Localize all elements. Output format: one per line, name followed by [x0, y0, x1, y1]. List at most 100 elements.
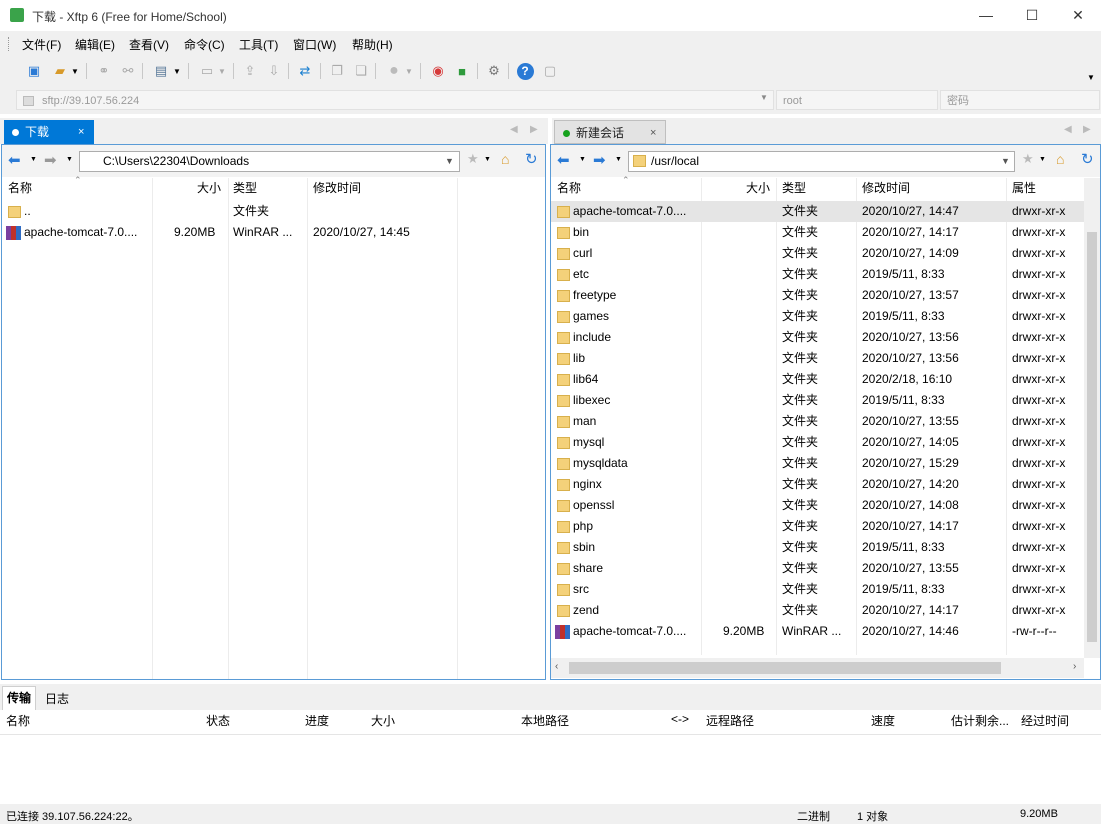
home-folder-icon[interactable]: ⌂: [501, 151, 509, 167]
back-dropdown-icon[interactable]: ▼: [30, 156, 37, 163]
table-row[interactable]: src 文件夹 2019/5/11, 8:33 drwxr-xr-x: [551, 579, 1084, 600]
table-row[interactable]: zend 文件夹 2020/10/27, 14:17 drwxr-xr-x: [551, 600, 1084, 621]
table-row[interactable]: games 文件夹 2019/5/11, 8:33 drwxr-xr-x: [551, 306, 1084, 327]
refresh-icon[interactable]: ↻: [1081, 150, 1094, 168]
col-type[interactable]: 类型: [233, 178, 257, 198]
col-name[interactable]: 名称: [8, 178, 32, 198]
table-row[interactable]: mysql 文件夹 2020/10/27, 14:05 drwxr-xr-x: [551, 432, 1084, 453]
xshell-icon[interactable]: ◉: [428, 61, 448, 81]
download-icon[interactable]: ⇩: [264, 61, 284, 81]
remote-path-input[interactable]: /usr/local: [628, 151, 1015, 172]
horizontal-scrollbar[interactable]: ‹ ›: [551, 658, 1084, 678]
settings-gear-icon[interactable]: ⚙: [484, 61, 504, 81]
forward-dropdown-icon[interactable]: ▼: [66, 156, 73, 163]
back-dropdown-icon[interactable]: ▼: [579, 156, 586, 163]
username-field[interactable]: root: [776, 90, 938, 110]
scroll-right-arrow-icon[interactable]: ›: [1073, 661, 1076, 672]
copy-icon[interactable]: ❐: [327, 61, 347, 81]
table-row[interactable]: curl 文件夹 2020/10/27, 14:09 drwxr-xr-x: [551, 243, 1084, 264]
favorite-star-icon[interactable]: ★: [1022, 151, 1034, 167]
horizontal-scroll-thumb[interactable]: [569, 662, 1001, 674]
local-path-dropdown-icon[interactable]: ▼: [445, 156, 454, 166]
table-row[interactable]: mysqldata 文件夹 2020/10/27, 15:29 drwxr-xr-x: [551, 453, 1084, 474]
remote-path-dropdown-icon[interactable]: ▼: [1001, 156, 1010, 166]
table-row[interactable]: libexec 文件夹 2019/5/11, 8:33 drwxr-xr-x: [551, 390, 1084, 411]
home-folder-icon[interactable]: ⌂: [1056, 151, 1064, 167]
menu-window[interactable]: 窗口(W): [293, 36, 336, 53]
xfer-col-size[interactable]: 大小: [371, 712, 395, 729]
local-path-input[interactable]: C:\Users\22304\Downloads: [79, 151, 460, 172]
xfer-col-name[interactable]: 名称: [6, 712, 30, 729]
forward-arrow-icon[interactable]: ➡: [44, 151, 57, 169]
vertical-scrollbar[interactable]: [1084, 178, 1100, 658]
xfer-col-remote-path[interactable]: 远程路径: [706, 712, 754, 729]
xfer-col-local-path[interactable]: 本地路径: [521, 712, 569, 729]
table-row[interactable]: bin 文件夹 2020/10/27, 14:17 drwxr-xr-x: [551, 222, 1084, 243]
forward-dropdown-icon[interactable]: ▼: [615, 156, 622, 163]
tab-close-icon[interactable]: ×: [650, 121, 656, 145]
table-row[interactable]: man 文件夹 2020/10/27, 13:55 drwxr-xr-x: [551, 411, 1084, 432]
properties-dropdown-icon[interactable]: ▼: [172, 61, 182, 81]
menu-file[interactable]: 文件(F): [22, 36, 61, 53]
table-row[interactable]: include 文件夹 2020/10/27, 13:56 drwxr-xr-x: [551, 327, 1084, 348]
close-window-button[interactable]: ✕: [1055, 0, 1101, 30]
monitor-dropdown-icon[interactable]: ▼: [217, 61, 227, 81]
refresh-icon[interactable]: ↻: [525, 150, 538, 168]
col-modified[interactable]: 修改时间: [862, 178, 910, 198]
table-row[interactable]: php 文件夹 2020/10/27, 14:17 drwxr-xr-x: [551, 516, 1084, 537]
right-tabs-scroll-left-icon[interactable]: ◀: [1064, 124, 1072, 135]
table-row[interactable]: openssl 文件夹 2020/10/27, 14:08 drwxr-xr-x: [551, 495, 1084, 516]
table-row[interactable]: lib 文件夹 2020/10/27, 13:56 drwxr-xr-x: [551, 348, 1084, 369]
col-type[interactable]: 类型: [782, 178, 806, 198]
xfer-col-speed[interactable]: 速度: [871, 712, 895, 729]
table-row[interactable]: apache-tomcat-7.0.... 9.20MB WinRAR ... …: [2, 222, 545, 243]
xfer-col-progress[interactable]: 进度: [305, 712, 329, 729]
menu-tools[interactable]: 工具(T): [239, 36, 278, 53]
back-arrow-icon[interactable]: ⬅: [8, 151, 21, 169]
status-circle-icon[interactable]: ●: [384, 61, 404, 81]
connect-icon[interactable]: ⚭: [94, 61, 114, 81]
table-row[interactable]: nginx 文件夹 2020/10/27, 14:20 drwxr-xr-x: [551, 474, 1084, 495]
col-modified[interactable]: 修改时间: [313, 178, 361, 198]
xfer-col-elapsed[interactable]: 经过时间: [1021, 712, 1069, 729]
forward-arrow-icon[interactable]: ➡: [593, 151, 606, 169]
table-row[interactable]: freetype 文件夹 2020/10/27, 13:57 drwxr-xr-x: [551, 285, 1084, 306]
new-session-icon[interactable]: ▣: [24, 61, 44, 81]
col-attributes[interactable]: 属性: [1012, 178, 1036, 198]
xfer-col-status[interactable]: 状态: [206, 712, 230, 729]
col-size[interactable]: 大小: [197, 178, 221, 198]
sync-transfer-icon[interactable]: ⇄: [295, 61, 315, 81]
favorite-dropdown-icon[interactable]: ▼: [484, 156, 491, 163]
table-row[interactable]: apache-tomcat-7.0.... 9.20MB WinRAR ... 202…: [551, 621, 1084, 642]
scroll-left-arrow-icon[interactable]: ‹: [555, 661, 558, 672]
back-arrow-icon[interactable]: ⬅: [557, 151, 570, 169]
table-row[interactable]: .. 文件夹: [2, 201, 545, 222]
tab-downloads[interactable]: 下载 ×: [4, 120, 94, 144]
chat-icon[interactable]: ▢: [540, 61, 560, 81]
table-row[interactable]: sbin 文件夹 2019/5/11, 8:33 drwxr-xr-x: [551, 537, 1084, 558]
favorite-star-icon[interactable]: ★: [467, 151, 479, 167]
tab-new-session[interactable]: 新建会话 ×: [554, 120, 666, 144]
left-tabs-scroll-left-icon[interactable]: ◀: [510, 124, 518, 135]
menu-help[interactable]: 帮助(H): [352, 36, 393, 53]
col-name[interactable]: 名称: [557, 178, 581, 198]
transfer-list[interactable]: [0, 735, 1101, 804]
status-dropdown-icon[interactable]: ▼: [404, 61, 414, 81]
password-field[interactable]: 密码: [940, 90, 1100, 110]
tab-log[interactable]: 日志: [45, 690, 69, 707]
help-icon[interactable]: ?: [515, 61, 535, 81]
menu-edit[interactable]: 编辑(E): [75, 36, 115, 53]
open-folder-icon[interactable]: ▰: [50, 61, 70, 81]
menu-view[interactable]: 查看(V): [129, 36, 169, 53]
tab-transfer[interactable]: 传输: [2, 686, 36, 710]
left-tabs-scroll-right-icon[interactable]: ▶: [530, 124, 538, 135]
col-size[interactable]: 大小: [746, 178, 770, 198]
properties-icon[interactable]: ▤: [151, 61, 171, 81]
paste-icon[interactable]: ❏: [351, 61, 371, 81]
table-row[interactable]: lib64 文件夹 2020/2/18, 16:10 drwxr-xr-x: [551, 369, 1084, 390]
maximize-button[interactable]: ☐: [1009, 0, 1055, 30]
monitor-icon[interactable]: ▭: [197, 61, 217, 81]
disconnect-icon[interactable]: ⚯: [118, 61, 138, 81]
table-row[interactable]: apache-tomcat-7.0.... 文件夹 2020/10/27, 14:4…: [551, 201, 1084, 222]
minimize-button[interactable]: —: [963, 0, 1009, 30]
